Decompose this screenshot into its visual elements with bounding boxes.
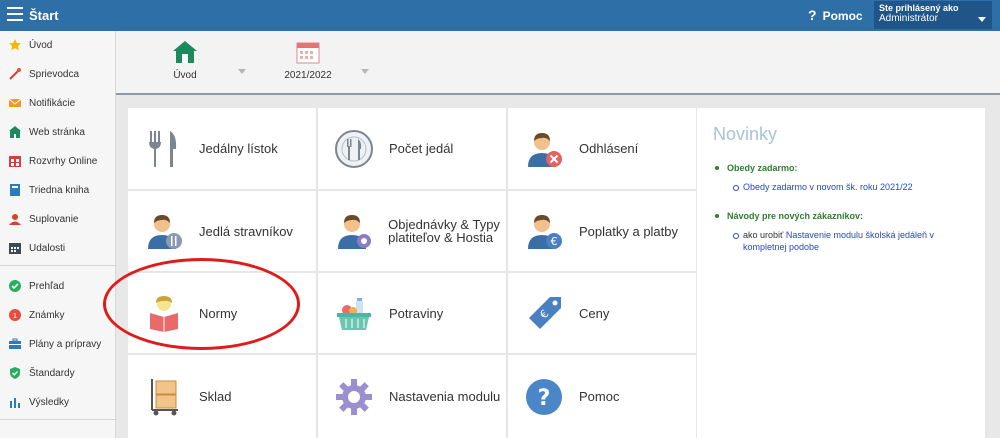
top-bar: Štart ? Pomoc Ste prihlásený ako Administ…: [0, 0, 1000, 31]
home-icon: [173, 41, 197, 63]
sidebar-item-uvod[interactable]: Úvod: [0, 31, 116, 59]
toolbar-home-button[interactable]: Úvod: [150, 40, 220, 81]
person-icon: [8, 212, 22, 226]
cutlery-icon: [141, 126, 187, 172]
question-icon: ?: [808, 7, 817, 23]
sidebar-item-udalosti[interactable]: Udalosti: [0, 234, 116, 262]
user-settings-icon: [331, 208, 376, 254]
gear-icon: [331, 374, 377, 420]
user-caption: Ste prihlásený ako: [879, 3, 959, 13]
magic-wand-icon: [8, 67, 22, 81]
news-link[interactable]: Obedy zadarmo v novom šk. roku 2021/22: [733, 181, 969, 193]
tile-pomoc[interactable]: ? Pomoc: [508, 355, 696, 438]
news-link-item: ako urobiť Nastavenie modulu školská jed…: [733, 229, 969, 253]
sidebar-item-vysledky[interactable]: Výsledky: [0, 388, 116, 416]
news-section-heading: Obedy zadarmo:: [713, 163, 969, 173]
user-menu[interactable]: Ste prihlásený ako Administrátor: [874, 1, 992, 29]
annotation-highlight-ellipse: [103, 258, 300, 350]
briefcase-icon: [8, 337, 22, 351]
sidebar-item-sprievodca[interactable]: Sprievodca: [0, 60, 116, 88]
chevron-down-icon[interactable]: [238, 69, 246, 74]
calendar-icon: [296, 42, 320, 64]
sidebar-item-rozvrhy[interactable]: Rozvrhy Online: [0, 147, 116, 175]
toolbar-year-button[interactable]: 2021/2022: [273, 40, 343, 81]
grade-icon: 1: [8, 308, 22, 322]
tile-potraviny[interactable]: Potraviny: [318, 273, 506, 353]
tile-pocet-jedal[interactable]: Počet jedál: [318, 108, 506, 189]
help-button[interactable]: ? Pomoc: [808, 7, 863, 23]
tile-jedalny-listok[interactable]: Jedálny lístok: [128, 108, 316, 189]
sidebar-item-suplovanie[interactable]: Suplovanie: [0, 205, 116, 233]
news-section-heading: Návody pre nových zákazníkov:: [713, 211, 969, 221]
sidebar-item-plany[interactable]: Plány a prípravy: [0, 330, 116, 358]
sidebar: Úvod Sprievodca Notifikácie Web stránka …: [0, 31, 116, 438]
sidebar-item-triedna-kniha[interactable]: Triedna kniha: [0, 176, 116, 204]
tile-odhlaseni[interactable]: Odhlásení: [508, 108, 696, 189]
bar-chart-icon: [8, 395, 22, 409]
grocery-basket-icon: [331, 290, 377, 336]
sidebar-divider: [0, 265, 116, 266]
home-icon: [8, 125, 22, 139]
tile-nastavenia[interactable]: Nastavenia modulu: [318, 355, 506, 438]
star-icon: [8, 38, 22, 52]
svg-text:€: €: [551, 235, 558, 248]
svg-text:1: 1: [13, 312, 17, 320]
user-remove-icon: [521, 126, 567, 172]
svg-text:?: ?: [538, 386, 551, 411]
price-tag-euro-icon: €: [521, 290, 567, 336]
sidebar-item-standardy[interactable]: Štandardy: [0, 359, 116, 387]
news-panel: Novinky Obedy zadarmo: Obedy zadarmo v n…: [697, 108, 985, 438]
check-circle-icon: [8, 279, 22, 293]
chevron-down-icon[interactable]: [361, 69, 369, 74]
hamburger-menu-icon[interactable]: [7, 7, 23, 21]
sidebar-divider: [0, 419, 116, 420]
tile-sklad[interactable]: Sklad: [128, 355, 316, 438]
news-link-prefix: ako urobiť: [743, 230, 784, 240]
toolbar: Úvod 2021/2022: [116, 31, 1000, 95]
sidebar-item-znamky[interactable]: 1 Známky: [0, 301, 116, 329]
sidebar-item-notifikacie[interactable]: Notifikácie: [0, 89, 116, 117]
calendar-icon: [8, 241, 22, 255]
page-title: Štart: [29, 8, 59, 23]
envelope-icon: [8, 96, 22, 110]
question-circle-icon: ?: [521, 374, 567, 420]
user-cutlery-icon: [141, 208, 187, 254]
tile-ceny[interactable]: € Ceny: [508, 273, 696, 353]
sidebar-item-web-stranka[interactable]: Web stránka: [0, 118, 116, 146]
chevron-down-icon: [978, 17, 986, 22]
calendar-grid-icon: [8, 154, 22, 168]
sidebar-item-prehlad[interactable]: Prehľad: [0, 272, 116, 300]
shield-check-icon: [8, 366, 22, 380]
boxes-cart-icon: [141, 374, 187, 420]
tile-objednavky[interactable]: Objednávky & Typy platiteľov & Hostia: [318, 191, 506, 271]
tile-poplatky[interactable]: € Poplatky a platby: [508, 191, 696, 271]
user-euro-icon: €: [521, 208, 567, 254]
news-title: Novinky: [713, 124, 778, 144]
user-name: Administrátor: [879, 13, 938, 24]
plate-cutlery-icon: [331, 126, 377, 172]
book-icon: [8, 183, 22, 197]
